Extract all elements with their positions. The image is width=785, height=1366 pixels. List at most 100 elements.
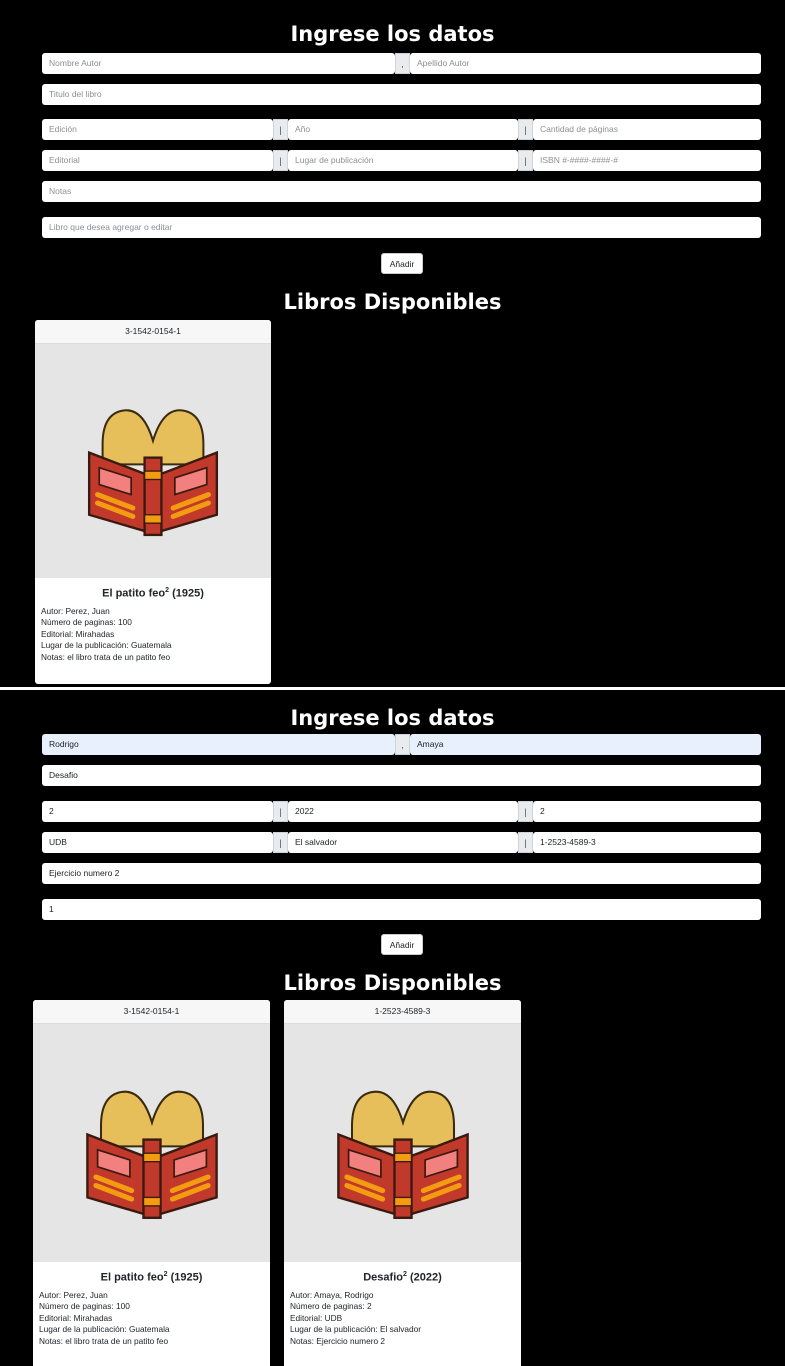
editorial-placeholder: Editorial bbox=[49, 155, 80, 165]
book-author: Autor: Amaya, Rodrigo bbox=[290, 1289, 374, 1300]
edicion-value: 2 bbox=[49, 806, 54, 816]
add-button[interactable]: Añadir bbox=[381, 253, 423, 274]
book-pages: Número de paginas: 100 bbox=[39, 1301, 130, 1312]
isbn-input[interactable]: 1-2523-4589-3 bbox=[533, 832, 761, 853]
book-edition: 2 bbox=[165, 587, 169, 594]
book-title: El patito feo2 (1925) bbox=[35, 587, 271, 600]
book-title-text: El patito feo bbox=[102, 587, 166, 600]
editorial-value: UDB bbox=[49, 837, 67, 847]
book-author: Autor: Perez, Juan bbox=[39, 1289, 108, 1300]
pipe-separator: | bbox=[273, 832, 288, 853]
nombre-autor-value: Rodrigo bbox=[49, 739, 79, 749]
book-title: Desafio2 (2022) bbox=[284, 1271, 521, 1284]
apellido-autor-value: Amaya bbox=[417, 739, 444, 749]
bottom-screen: Ingrese los datos Rodrigo , Amaya Desafi… bbox=[0, 690, 785, 1366]
pipe-separator: | bbox=[518, 832, 533, 853]
book-title: El patito feo2 (1925) bbox=[33, 1271, 270, 1284]
edicion-input[interactable]: 2 bbox=[42, 801, 273, 822]
book-isbn: 3-1542-0154-1 bbox=[35, 320, 271, 344]
pipe-separator: | bbox=[518, 801, 533, 822]
book-edition: 2 bbox=[402, 1271, 407, 1278]
book-notes: Notas: Ejercicio numero 2 bbox=[290, 1335, 385, 1346]
libro-placeholder: Libro que desea agregar o editar bbox=[49, 222, 173, 232]
book-edition: 2 bbox=[163, 1271, 168, 1278]
nombre-autor-input[interactable]: Rodrigo bbox=[42, 734, 395, 755]
form-title: Ingrese los datos bbox=[290, 706, 495, 730]
book-title-text: Desafio bbox=[363, 1271, 403, 1284]
nombre-autor-input[interactable]: Nombre Autor bbox=[42, 53, 395, 74]
book-card: 1-2523-4589-3 Desafio2 (2022) Autor: Ama… bbox=[284, 1000, 521, 1366]
book-editorial: Editorial: Mirahadas bbox=[41, 628, 115, 639]
nombre-autor-placeholder: Nombre Autor bbox=[49, 58, 102, 68]
paginas-input[interactable]: 2 bbox=[533, 801, 761, 822]
lugar-input[interactable]: Lugar de publicación bbox=[288, 150, 518, 171]
apellido-autor-placeholder: Apellido Autor bbox=[417, 58, 470, 68]
book-notes: Notas: el libro trata de un patito feo bbox=[39, 1335, 169, 1346]
isbn-input[interactable]: ISBN #-####-####-# bbox=[533, 150, 761, 171]
add-button[interactable]: Añadir bbox=[381, 934, 423, 955]
open-book-icon bbox=[337, 1090, 469, 1219]
titulo-input[interactable]: Titulo del libro bbox=[42, 84, 761, 105]
notas-input[interactable]: Ejercicio numero 2 bbox=[42, 863, 761, 884]
apellido-autor-input[interactable]: Apellido Autor bbox=[410, 53, 761, 74]
lugar-placeholder: Lugar de publicación bbox=[295, 155, 374, 165]
isbn-value: 1-2523-4589-3 bbox=[540, 837, 596, 847]
pipe-separator: | bbox=[273, 150, 288, 171]
name-separator: , bbox=[395, 734, 410, 755]
book-notes: Notas: el libro trata de un patito feo bbox=[41, 651, 171, 662]
lugar-value: El salvador bbox=[295, 837, 338, 847]
book-editorial: Editorial: UDB bbox=[290, 1312, 343, 1323]
open-book-icon bbox=[87, 409, 219, 537]
book-isbn: 3-1542-0154-1 bbox=[33, 1000, 270, 1024]
book-year: (1925) bbox=[170, 1271, 203, 1284]
pipe-separator: | bbox=[518, 150, 533, 171]
form-title: Ingrese los datos bbox=[290, 22, 495, 46]
editorial-input[interactable]: UDB bbox=[42, 832, 273, 853]
list-title: Libros Disponibles bbox=[283, 971, 502, 995]
book-body: El patito feo2 (1925) Autor: Perez, Juan… bbox=[35, 578, 271, 663]
book-year: (1925) bbox=[172, 587, 204, 600]
apellido-autor-input[interactable]: Amaya bbox=[410, 734, 761, 755]
book-pages: Número de paginas: 100 bbox=[41, 617, 132, 628]
book-image bbox=[35, 344, 271, 578]
paginas-placeholder: Cantidad de páginas bbox=[540, 124, 618, 134]
notas-value: Ejercicio numero 2 bbox=[49, 868, 120, 878]
libro-input[interactable]: 1 bbox=[42, 899, 761, 920]
isbn-placeholder: ISBN #-####-####-# bbox=[540, 155, 618, 165]
book-pages: Número de paginas: 2 bbox=[290, 1301, 372, 1312]
top-screen: Ingrese los datos Nombre Autor , Apellid… bbox=[0, 0, 785, 687]
pipe-separator: | bbox=[273, 119, 288, 140]
pipe-separator: | bbox=[518, 119, 533, 140]
titulo-value: Desafio bbox=[49, 770, 78, 780]
paginas-input[interactable]: Cantidad de páginas bbox=[533, 119, 761, 140]
notas-input[interactable]: Notas bbox=[42, 181, 761, 202]
book-card: 3-1542-0154-1 El patito feo2 (1925) Auto… bbox=[35, 320, 271, 684]
book-image bbox=[33, 1024, 270, 1262]
titulo-placeholder: Titulo del libro bbox=[49, 89, 102, 99]
paginas-value: 2 bbox=[540, 806, 545, 816]
libro-input[interactable]: Libro que desea agregar o editar bbox=[42, 217, 761, 238]
book-isbn: 1-2523-4589-3 bbox=[284, 1000, 521, 1024]
anio-input[interactable]: Año bbox=[288, 119, 518, 140]
titulo-input[interactable]: Desafio bbox=[42, 765, 761, 786]
libro-value: 1 bbox=[49, 904, 54, 914]
book-card: 3-1542-0154-1 El patito feo2 (1925) Auto… bbox=[33, 1000, 270, 1366]
name-separator: , bbox=[395, 53, 410, 74]
list-title: Libros Disponibles bbox=[283, 290, 502, 314]
book-place: Lugar de la publicación: Guatemala bbox=[41, 640, 172, 651]
anio-value: 2022 bbox=[295, 806, 314, 816]
book-body: Desafio2 (2022) Autor: Amaya, Rodrigo Nú… bbox=[284, 1262, 521, 1347]
edicion-input[interactable]: Edición bbox=[42, 119, 273, 140]
book-author: Autor: Perez, Juan bbox=[41, 605, 110, 616]
book-image bbox=[284, 1024, 521, 1262]
notas-placeholder: Notas bbox=[49, 186, 72, 196]
book-title-text: El patito feo bbox=[100, 1271, 164, 1284]
editorial-input[interactable]: Editorial bbox=[42, 150, 273, 171]
book-body: El patito feo2 (1925) Autor: Perez, Juan… bbox=[33, 1262, 270, 1347]
open-book-icon bbox=[86, 1090, 218, 1219]
lugar-input[interactable]: El salvador bbox=[288, 832, 518, 853]
book-year: (2022) bbox=[409, 1271, 442, 1284]
anio-input[interactable]: 2022 bbox=[288, 801, 518, 822]
book-place: Lugar de la publicación: El salvador bbox=[290, 1324, 421, 1335]
edicion-placeholder: Edición bbox=[49, 124, 77, 134]
